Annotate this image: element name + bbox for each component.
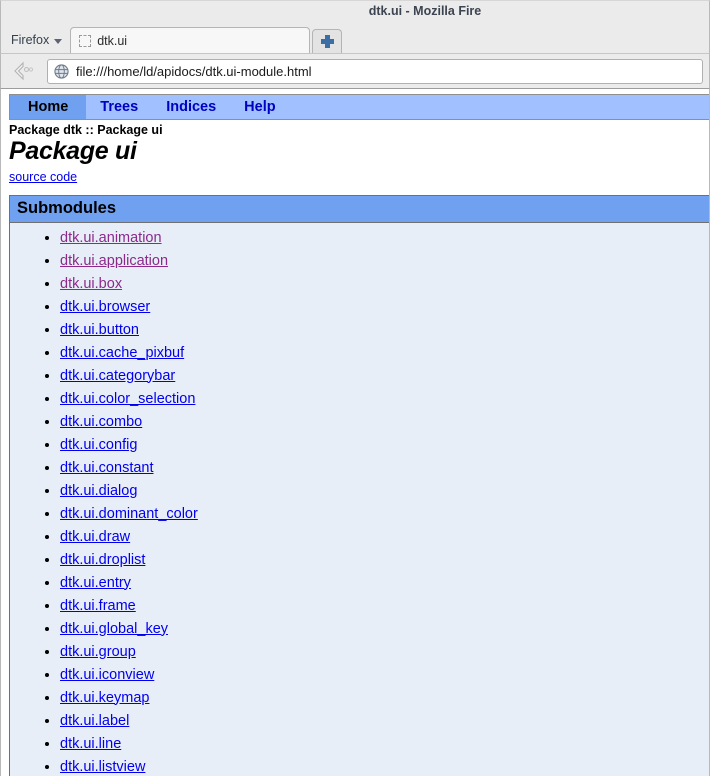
list-item: dtk.ui.iconview [60, 664, 709, 687]
submodule-link[interactable]: dtk.ui.group [60, 644, 136, 660]
breadcrumb: Package dtk :: Package ui [9, 123, 163, 137]
list-item: dtk.ui.dialog [60, 480, 709, 503]
submodule-link[interactable]: dtk.ui.draw [60, 529, 130, 545]
doc-navigation-row: Home Trees Indices Help [10, 95, 709, 119]
back-button[interactable] [7, 58, 41, 84]
chevron-down-icon [54, 38, 63, 44]
plus-icon [320, 35, 334, 48]
page-viewport: Home Trees Indices Help Package dtk :: Pack… [0, 88, 710, 776]
submodule-link[interactable]: dtk.ui.keymap [60, 690, 149, 706]
list-item: dtk.ui.animation [60, 227, 709, 250]
blank-favicon-icon [79, 34, 92, 47]
submodule-link[interactable]: dtk.ui.dialog [60, 483, 137, 499]
doc-nav-item-trees[interactable]: Trees [86, 95, 152, 119]
submodule-link[interactable]: dtk.ui.droplist [60, 552, 145, 568]
list-item: dtk.ui.listview [60, 756, 709, 776]
list-item: dtk.ui.browser [60, 296, 709, 319]
list-item: dtk.ui.color_selection [60, 388, 709, 411]
submodule-link[interactable]: dtk.ui.entry [60, 575, 131, 591]
list-item: dtk.ui.box [60, 273, 709, 296]
browser-toolbar: file:///home/ld/apidocs/dtk.ui-module.ht… [0, 53, 710, 88]
browser-tab[interactable]: dtk.ui [70, 27, 311, 53]
submodule-link[interactable]: dtk.ui.application [60, 253, 168, 269]
list-item: dtk.ui.global_key [60, 618, 709, 641]
list-item: dtk.ui.entry [60, 572, 709, 595]
browser-window: dtk.ui - Mozilla Fire Firefox dtk.ui fil… [0, 0, 710, 776]
source-code-link[interactable]: source code [9, 170, 77, 184]
submodule-link[interactable]: dtk.ui.constant [60, 460, 154, 476]
list-item: dtk.ui.droplist [60, 549, 709, 572]
list-item: dtk.ui.draw [60, 526, 709, 549]
submodule-link[interactable]: dtk.ui.label [60, 713, 129, 729]
submodule-link[interactable]: dtk.ui.dominant_color [60, 506, 198, 522]
tab-title: dtk.ui [97, 33, 128, 48]
submodule-link[interactable]: dtk.ui.animation [60, 230, 162, 246]
submodule-link[interactable]: dtk.ui.frame [60, 598, 136, 614]
list-item: dtk.ui.label [60, 710, 709, 733]
list-item: dtk.ui.line [60, 733, 709, 756]
submodule-link[interactable]: dtk.ui.browser [60, 299, 150, 315]
doc-navigation-bar: Home Trees Indices Help [9, 94, 709, 120]
submodules-header: Submodules [10, 195, 709, 223]
url-text: file:///home/ld/apidocs/dtk.ui-module.ht… [76, 63, 312, 79]
submodules-body: dtk.ui.animation dtk.ui.application dtk.ui… [10, 222, 709, 776]
submodule-link[interactable]: dtk.ui.iconview [60, 667, 154, 683]
back-arrow-icon [14, 61, 34, 81]
submodule-link[interactable]: dtk.ui.box [60, 276, 122, 292]
window-titlebar: dtk.ui - Mozilla Fire [0, 0, 710, 23]
submodule-link[interactable]: dtk.ui.config [60, 437, 137, 453]
doc-nav-item-help[interactable]: Help [230, 95, 289, 119]
list-item: dtk.ui.button [60, 319, 709, 342]
url-bar[interactable]: file:///home/ld/apidocs/dtk.ui-module.ht… [47, 58, 703, 84]
doc-nav-item-indices[interactable]: Indices [152, 95, 230, 119]
page-title: Package ui [9, 137, 137, 165]
list-item: dtk.ui.application [60, 250, 709, 273]
submodule-link[interactable]: dtk.ui.line [60, 736, 121, 752]
doc-nav-filler [290, 95, 709, 119]
firefox-menu-label: Firefox [11, 33, 50, 47]
firefox-menu-button[interactable]: Firefox [7, 33, 70, 53]
list-item: dtk.ui.frame [60, 595, 709, 618]
submodule-link[interactable]: dtk.ui.categorybar [60, 368, 175, 384]
epydoc-page: Home Trees Indices Help Package dtk :: Pack… [1, 89, 709, 776]
tab-strip: Firefox dtk.ui [0, 23, 710, 53]
window-title: dtk.ui - Mozilla Fire [368, 4, 482, 18]
list-item: dtk.ui.cache_pixbuf [60, 342, 709, 365]
submodule-link[interactable]: dtk.ui.global_key [60, 621, 168, 637]
submodule-link[interactable]: dtk.ui.listview [60, 759, 145, 775]
list-item: dtk.ui.constant [60, 457, 709, 480]
submodule-link[interactable]: dtk.ui.cache_pixbuf [60, 345, 184, 361]
submodules-section: Submodules dtk.ui.animation dtk.ui.applic… [9, 194, 709, 776]
globe-icon [54, 63, 69, 79]
submodules-list: dtk.ui.animation dtk.ui.application dtk.ui… [10, 227, 709, 776]
submodule-link[interactable]: dtk.ui.color_selection [60, 391, 195, 407]
submodule-link[interactable]: dtk.ui.button [60, 322, 139, 338]
doc-nav-item-home[interactable]: Home [10, 95, 87, 119]
list-item: dtk.ui.combo [60, 411, 709, 434]
submodule-link[interactable]: dtk.ui.combo [60, 414, 142, 430]
list-item: dtk.ui.dominant_color [60, 503, 709, 526]
list-item: dtk.ui.keymap [60, 687, 709, 710]
list-item: dtk.ui.group [60, 641, 709, 664]
new-tab-button[interactable] [312, 29, 343, 53]
list-item: dtk.ui.categorybar [60, 365, 709, 388]
list-item: dtk.ui.config [60, 434, 709, 457]
